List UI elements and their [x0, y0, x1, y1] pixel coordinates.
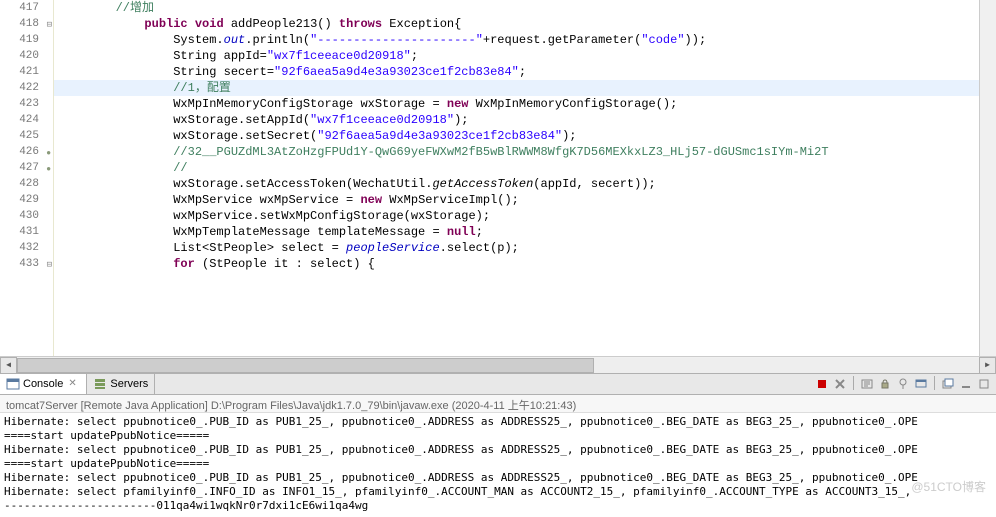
code-line[interactable]: wxMpService.setWxMpConfigStorage(wxStora…: [54, 208, 979, 224]
code-line[interactable]: //增加: [54, 0, 979, 16]
tab-console-close[interactable]: ✕: [68, 378, 80, 390]
code-line[interactable]: //32__PGUZdML3AtZoHzgFPUd1Y-QwG69yeFWXwM…: [54, 144, 979, 160]
console-line: Hibernate: select pfamilyinf0_.INFO_ID a…: [4, 485, 992, 499]
console-line: ====start updatePpubNotice=====: [4, 429, 992, 443]
code-line[interactable]: List<StPeople> select = peopleService.se…: [54, 240, 979, 256]
line-number[interactable]: 430: [0, 208, 53, 224]
code-line[interactable]: WxMpService wxMpService = new WxMpServic…: [54, 192, 979, 208]
console-line: -----------------------011qa4wi1wqkNr0r7…: [4, 499, 992, 513]
line-number[interactable]: 418: [0, 16, 53, 32]
line-number[interactable]: 420: [0, 48, 53, 64]
scroll-left-button[interactable]: ◀: [0, 357, 17, 374]
line-number[interactable]: 426: [0, 144, 53, 160]
scroll-thumb[interactable]: [17, 358, 594, 373]
code-line[interactable]: for (StPeople it : select) {: [54, 256, 979, 272]
console-line: Hibernate: select ppubnotice0_.PUB_ID as…: [4, 415, 992, 429]
servers-icon: [93, 377, 107, 391]
code-line[interactable]: //: [54, 160, 979, 176]
scroll-right-button[interactable]: ▶: [979, 357, 996, 374]
tab-console[interactable]: Console ✕: [0, 374, 87, 394]
remove-launch-icon[interactable]: [832, 376, 848, 392]
open-console-icon[interactable]: [940, 376, 956, 392]
line-number-gutter[interactable]: 4174184194204214224234244254264274284294…: [0, 0, 54, 356]
console-line: Hibernate: select ppubnotice0_.PUB_ID as…: [4, 443, 992, 457]
console-line: ====start updatePpubNotice=====: [4, 457, 992, 471]
code-line[interactable]: WxMpTemplateMessage templateMessage = nu…: [54, 224, 979, 240]
console-launch-info: tomcat7Server [Remote Java Application] …: [0, 395, 996, 413]
code-line[interactable]: wxStorage.setSecret("92f6aea5a9d4e3a9302…: [54, 128, 979, 144]
minimize-icon[interactable]: [958, 376, 974, 392]
console-toolbar: [814, 376, 996, 392]
terminate-icon[interactable]: [814, 376, 830, 392]
line-number[interactable]: 431: [0, 224, 53, 240]
clear-console-icon[interactable]: [859, 376, 875, 392]
code-line[interactable]: System.out.println("--------------------…: [54, 32, 979, 48]
line-number[interactable]: 428: [0, 176, 53, 192]
line-number[interactable]: 417: [0, 0, 53, 16]
scroll-track[interactable]: [17, 358, 979, 373]
watermark: @51CTO博客: [911, 478, 986, 495]
line-number[interactable]: 432: [0, 240, 53, 256]
code-editor[interactable]: 4174184194204214224234244254264274284294…: [0, 0, 996, 356]
tab-servers[interactable]: Servers: [87, 374, 155, 394]
horizontal-scrollbar[interactable]: ◀ ▶: [0, 356, 996, 373]
code-line[interactable]: //1，配置: [54, 80, 979, 96]
code-line[interactable]: String appId="wx7f1ceeace0d20918";: [54, 48, 979, 64]
code-content[interactable]: //增加 public void addPeople213() throws E…: [54, 0, 979, 356]
line-number[interactable]: 424: [0, 112, 53, 128]
code-line[interactable]: wxStorage.setAppId("wx7f1ceeace0d20918")…: [54, 112, 979, 128]
line-number[interactable]: 423: [0, 96, 53, 112]
line-number[interactable]: 427: [0, 160, 53, 176]
line-number[interactable]: 429: [0, 192, 53, 208]
console-icon: [6, 377, 20, 391]
code-line[interactable]: String secert="92f6aea5a9d4e3a93023ce1f2…: [54, 64, 979, 80]
tab-servers-label: Servers: [110, 378, 148, 390]
bottom-panel-tabs: Console ✕ Servers: [0, 373, 996, 395]
pin-console-icon[interactable]: [895, 376, 911, 392]
line-number[interactable]: 433: [0, 256, 53, 272]
line-number[interactable]: 422: [0, 80, 53, 96]
display-console-icon[interactable]: [913, 376, 929, 392]
code-line[interactable]: public void addPeople213() throws Except…: [54, 16, 979, 32]
line-number[interactable]: 421: [0, 64, 53, 80]
scroll-lock-icon[interactable]: [877, 376, 893, 392]
console-line: Hibernate: select ppubnotice0_.PUB_ID as…: [4, 471, 992, 485]
code-line[interactable]: wxStorage.setAccessToken(WechatUtil.getA…: [54, 176, 979, 192]
vertical-scrollbar[interactable]: [979, 0, 996, 356]
line-number[interactable]: 425: [0, 128, 53, 144]
code-line[interactable]: WxMpInMemoryConfigStorage wxStorage = ne…: [54, 96, 979, 112]
line-number[interactable]: 419: [0, 32, 53, 48]
tab-console-label: Console: [23, 378, 63, 390]
console-output[interactable]: Hibernate: select ppubnotice0_.PUB_ID as…: [0, 413, 996, 513]
maximize-icon[interactable]: [976, 376, 992, 392]
